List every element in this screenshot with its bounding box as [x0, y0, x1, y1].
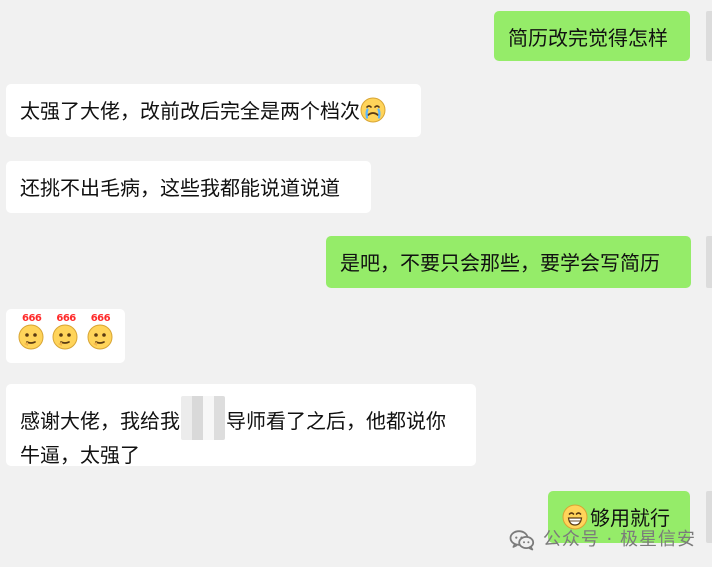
- watermark: 公众号 · 极星信安: [509, 529, 696, 551]
- chat-bubble-incoming[interactable]: 还挑不出毛病，这些我都能说道说道: [6, 161, 371, 213]
- thinking-face-icon: 666: [87, 314, 113, 350]
- message-text: 是吧，不要只会那些，要学会写简历: [340, 251, 660, 275]
- chat-bubble-outgoing[interactable]: 简历改完觉得怎样: [494, 11, 690, 61]
- thinking-face-icon: 666: [18, 314, 44, 350]
- message-text-before-redaction: 感谢大佬，我给我: [20, 409, 180, 433]
- chat-bubble-incoming[interactable]: 666 666 666: [6, 309, 125, 363]
- redacted-region: [181, 396, 225, 440]
- chat-bubble-incoming[interactable]: 感谢大佬，我给我 导师看了之后，他都说你牛逼，太强了: [6, 384, 476, 467]
- wechat-icon: [509, 530, 534, 551]
- crying-face-icon: [360, 97, 386, 123]
- avatar: [706, 491, 712, 543]
- 666-badge: 666: [56, 313, 76, 324]
- message-text: 太强了大佬，改前改后完全是两个档次: [20, 99, 360, 123]
- avatar: [706, 236, 712, 288]
- 666-badge: 666: [90, 313, 111, 324]
- grinning-face-icon: [562, 504, 588, 530]
- watermark-text: 公众号 · 极星信安: [542, 529, 696, 550]
- 666-badge: 666: [22, 313, 42, 324]
- avatar: [706, 11, 712, 61]
- message-text: 简历改完觉得怎样: [508, 26, 668, 50]
- thinking-face-icon: 666: [52, 314, 78, 350]
- chat-bubble-incoming[interactable]: 太强了大佬，改前改后完全是两个档次: [6, 84, 421, 137]
- message-text: 够用就行: [590, 506, 670, 530]
- chat-bubble-outgoing[interactable]: 是吧，不要只会那些，要学会写简历: [326, 236, 691, 288]
- message-text: 还挑不出毛病，这些我都能说道说道: [20, 176, 340, 200]
